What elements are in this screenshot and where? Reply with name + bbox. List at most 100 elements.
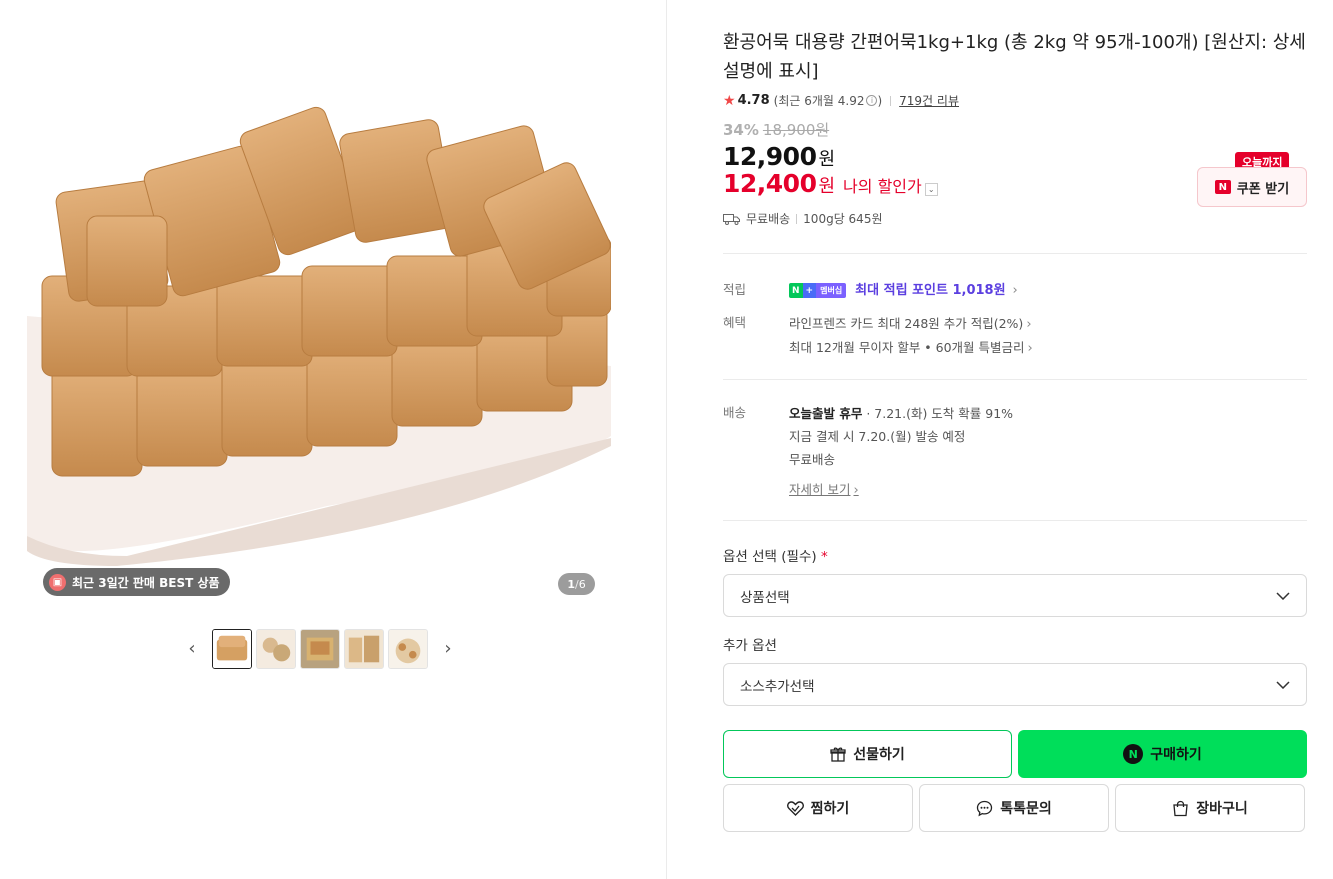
benefit-label: 혜택 [723,315,747,330]
required-option-label: 옵션 선택 (필수) * [723,545,1307,565]
thumbnail-5[interactable] [388,628,428,669]
image-page-indicator: 1 / 6 [558,573,595,595]
price-unit: 원 [818,149,836,170]
naver-pay-icon: N [1123,744,1144,764]
installment-text: 최대 12개월 무이자 할부 • 60개월 특별금리 [789,340,1025,355]
secondary-action-row: 찜하기 톡톡문의 장바구니 [723,784,1307,832]
thumbnail-4[interactable] [344,628,384,669]
cart-button[interactable]: 장바구니 [1115,784,1305,832]
truck-icon [723,213,740,225]
chevron-right-icon[interactable]: › [440,638,456,659]
card-benefit[interactable]: 라인프렌즈 카드 최대 248원 추가 적립(2%) › [789,312,1307,336]
divider [723,379,1307,380]
chevron-down-icon[interactable]: ⌄ [924,183,938,196]
thumbnail-2[interactable] [256,628,296,669]
unit-price: 100g당 645원 [803,212,883,226]
my-price-label: 나의 할인가 [843,177,922,196]
wishlist-label: 찜하기 [810,801,850,817]
divider [723,520,1307,521]
delivery-values: 오늘출발 휴무 · 7.21.(화) 도착 확률 91% 지금 결제 시 7.2… [789,402,1013,498]
installment-benefit[interactable]: 최대 12개월 무이자 할부 • 60개월 특별금리 › [789,336,1307,360]
extra-option-select[interactable]: 소스추가선택 [723,663,1307,706]
discount-percent: 34% [723,120,759,139]
separator [890,95,892,106]
gift-button[interactable]: 선물하기 [723,730,1012,778]
bag-icon [1173,800,1188,816]
point-value[interactable]: N + 멤버십 최대 적립 포인트 1,018원 › [789,279,1307,298]
chevron-right-icon: › [853,483,859,498]
naver-plus-membership-badge: N + 멤버십 [789,283,847,298]
product-info-panel: 환공어묵 대용량 간편어묵1kg+1kg (총 2kg 약 95개-100개) … [723,28,1307,832]
rating-value: 4.78 [737,93,770,108]
benefit-values: 라인프렌즈 카드 최대 248원 추가 적립(2%) › 최대 12개월 무이자 … [789,312,1307,360]
get-coupon-button[interactable]: N 쿠폰 받기 [1197,167,1307,207]
my-price-unit: 원 [818,176,836,197]
my-discount-price: 12,400 [723,169,817,198]
thumbnail-3[interactable] [300,628,340,669]
talk-inquiry-button[interactable]: 톡톡문의 [919,784,1109,832]
chevron-left-icon[interactable]: ‹ [184,638,200,659]
page-total: 6 [578,577,586,591]
chevron-right-icon: › [1026,317,1032,332]
gift-icon: ▣ [49,573,66,591]
fish-cake-image [27,66,611,610]
coupon-button-label: 쿠폰 받기 [1236,181,1290,197]
thumbnail-list [212,628,428,669]
naver-logo-icon: N [1214,180,1231,194]
heart-icon [786,800,804,816]
recent-rating-text: (최근 6개월 4.92 [773,94,865,108]
delivery-row: 배송 오늘출발 휴무 · 7.21.(화) 도착 확률 91% 지금 결제 시 … [723,402,1307,498]
buy-label: 구매하기 [1150,747,1202,763]
wishlist-button[interactable]: 찜하기 [723,784,913,832]
gift-icon [830,747,846,762]
cart-label: 장바구니 [1196,801,1248,817]
max-point-text: 최대 적립 포인트 1,018원 [855,283,1006,298]
free-shipping: 무료배송 [746,212,791,226]
page-current: 1 [567,577,575,591]
vertical-divider [666,0,667,879]
chevron-down-icon [1276,680,1290,689]
delivery-line-1: 오늘출발 휴무 · 7.21.(화) 도착 확률 91% [789,402,1013,425]
info-icon[interactable]: i [866,95,878,106]
delivery-detail-link[interactable]: 자세히 보기 › [789,479,859,498]
benefit-row: 혜택 라인프렌즈 카드 최대 248원 추가 적립(2%) › 최대 12개월 무… [723,312,1307,360]
review-count-link[interactable]: 719건 리뷰 [899,92,959,109]
detail-link-text: 자세히 보기 [789,482,851,497]
primary-action-row: 선물하기 N 구매하기 [723,730,1307,778]
thumbnail-navigation: ‹ › [184,628,456,669]
extra-option-label: 추가 옵션 [723,638,777,654]
card-benefit-text: 라인프렌즈 카드 최대 248원 추가 적립(2%) [789,316,1024,331]
talk-label: 톡톡문의 [1000,801,1052,817]
recent-rating: (최근 6개월 4.92 i ) [774,92,883,109]
product-title: 환공어묵 대용량 간편어묵1kg+1kg (총 2kg 약 95개-100개) … [723,32,1306,82]
sale-price: 12,900 [723,142,817,171]
chat-icon [977,800,993,816]
chevron-right-icon: › [1027,341,1033,356]
point-row: 적립 N + 멤버십 최대 적립 포인트 1,018원 › [723,279,1307,298]
star-icon: ★ [723,92,736,109]
coupon-area: 오늘까지 N 쿠폰 받기 [1197,152,1307,207]
best-seller-badge: ▣ 최근 3일간 판매 BEST 상품 [43,568,230,596]
required-option-text: 옵션 선택 (필수) [723,549,817,565]
thumbnail-1[interactable] [212,628,252,669]
delivery-line-3: 무료배송 [789,452,836,467]
rating-row: ★ 4.78 (최근 6개월 4.92 i ) 719건 리뷰 [723,92,1307,109]
extra-option-value: 소스추가선택 [740,678,815,695]
delivery-label: 배송 [723,405,747,420]
product-option-select[interactable]: 상품선택 [723,574,1307,617]
required-mark: * [820,549,828,565]
best-badge-label: 최근 3일간 판매 BEST 상품 [72,575,220,590]
main-product-image[interactable] [27,66,611,610]
point-label: 적립 [723,282,747,297]
buy-button[interactable]: N 구매하기 [1018,730,1307,778]
delivery-status: 오늘출발 휴무 [789,406,863,421]
separator [796,213,798,224]
np-plus: + [802,283,817,298]
product-option-value: 상품선택 [740,589,790,606]
chevron-right-icon: › [1012,283,1018,298]
discount-row: 34% 18,900원 [723,119,1307,140]
np-n: N [789,283,803,298]
np-member: 멤버십 [816,283,847,298]
gift-label: 선물하기 [853,747,905,763]
divider [723,253,1307,254]
